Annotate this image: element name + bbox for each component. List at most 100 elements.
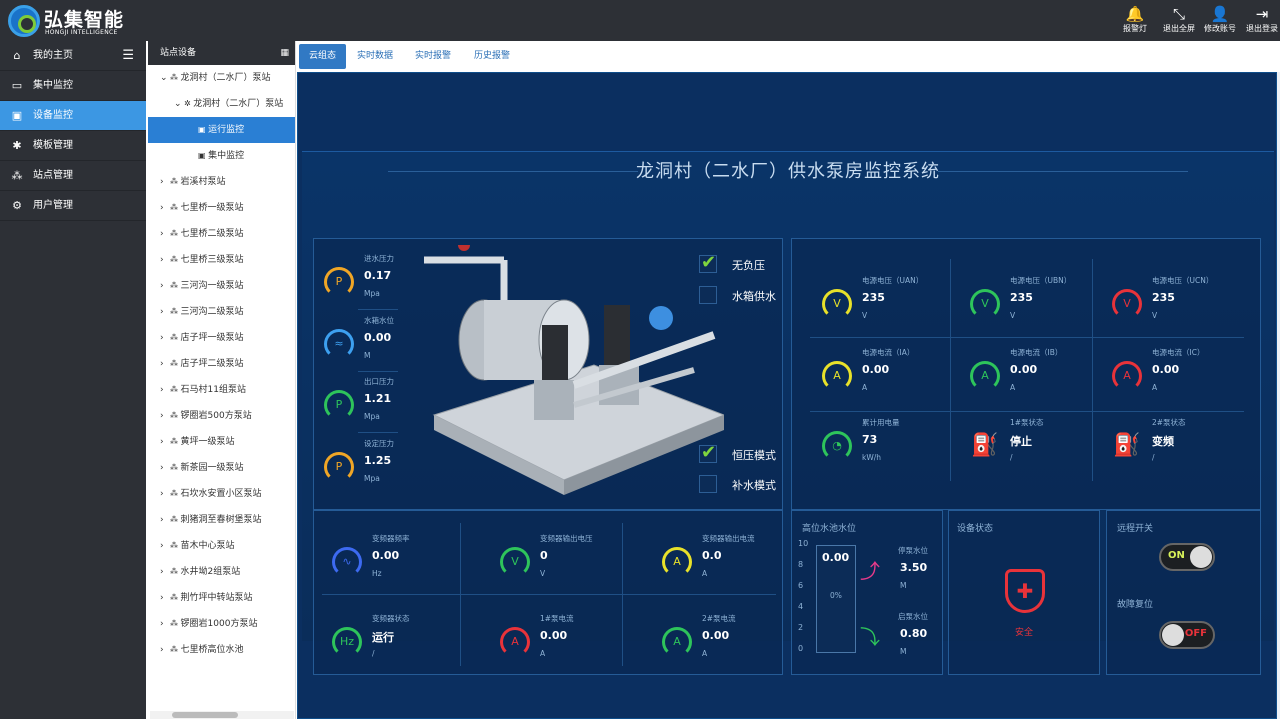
tree-node[interactable]: › ⁂ 石马村11组泵站 xyxy=(148,377,295,403)
site-device-tree: 站点设备 ▦ ⌄ ⁂ 龙洞村（二水厂）泵站 ⌄ ✲ 龙洞村（二水厂）泵站 ▣ 运行监控 ▣… xyxy=(148,41,296,719)
tree-node[interactable]: › ⁂ 石坎水安置小区泵站 xyxy=(148,481,295,507)
metric-value: 运行 xyxy=(372,631,394,644)
metric-value: 0.00 xyxy=(372,549,400,562)
chevron-right-icon[interactable]: › xyxy=(160,377,170,403)
remote-switch-toggle[interactable]: ON xyxy=(1159,543,1215,571)
sitemap-icon: ⁂ xyxy=(170,177,181,186)
tree-node-label: 石马村11组泵站 xyxy=(180,385,246,395)
tree-node[interactable]: › ⁂ 锣圈岩500方泵站 xyxy=(148,403,295,429)
chevron-right-icon[interactable]: › xyxy=(160,273,170,299)
tree-node[interactable]: › ⁂ 荆竹坪中转站泵站 xyxy=(148,585,295,611)
sitemap-icon: ⁂ xyxy=(170,385,181,394)
grid-view-icon[interactable]: ▦ xyxy=(280,41,289,65)
metric-title: 变频器频率 xyxy=(372,534,410,543)
metric-title: 电源电压（UCN） xyxy=(1152,276,1214,285)
tree-node[interactable]: ▣ 集中监控 xyxy=(148,143,295,169)
tree-horizontal-scrollbar[interactable] xyxy=(150,711,294,719)
chevron-right-icon[interactable]: › xyxy=(160,195,170,221)
metric-title: 变频器输出电流 xyxy=(702,534,755,543)
tab-2[interactable]: 实时报警 xyxy=(408,44,458,69)
chevron-right-icon[interactable]: › xyxy=(160,481,170,507)
tree-node[interactable]: › ⁂ 水井坳2组泵站 xyxy=(148,559,295,585)
scrollbar-thumb[interactable] xyxy=(172,712,238,718)
tree-node[interactable]: › ⁂ 店子坪一级泵站 xyxy=(148,325,295,351)
tree-node[interactable]: ⌄ ✲ 龙洞村（二水厂）泵站 xyxy=(148,91,295,117)
logout-button[interactable]: ⇥ 退出登录 xyxy=(1240,5,1280,37)
gauge-icon: A xyxy=(970,361,1000,391)
nav-item-site[interactable]: ⁂ 站点管理 xyxy=(0,161,146,191)
nav-item-device[interactable]: ▣ 设备监控 xyxy=(0,101,146,131)
tree-node[interactable]: › ⁂ 三河沟二级泵站 xyxy=(148,299,295,325)
mode-checkbox[interactable] xyxy=(699,252,717,273)
nav-item-monitor[interactable]: ▭ 集中监控 xyxy=(0,71,146,101)
chevron-right-icon[interactable]: › xyxy=(160,351,170,377)
chevron-down-icon[interactable]: ⌄ xyxy=(160,65,170,91)
tree-node[interactable]: › ⁂ 刺猪洞至春树堡泵站 xyxy=(148,507,295,533)
chevron-right-icon[interactable]: › xyxy=(160,455,170,481)
chevron-right-icon[interactable]: › xyxy=(160,559,170,585)
toggle-knob xyxy=(1162,624,1184,646)
fullscreen-exit-button[interactable]: ⤡ 退出全屏 xyxy=(1157,5,1201,37)
chevron-right-icon[interactable]: › xyxy=(160,585,170,611)
tree-node[interactable]: › ⁂ 店子坪二级泵站 xyxy=(148,351,295,377)
main-content: 云组态 实时数据 实时报警 历史报警 龙洞村（二水厂）供水泵房监控系统 P 进水压力 0.… xyxy=(297,41,1280,719)
user-icon: 👤 xyxy=(1210,5,1230,23)
chevron-right-icon[interactable]: › xyxy=(160,403,170,429)
tank-title: 高位水池水位 xyxy=(802,524,857,534)
tab-3[interactable]: 历史报警 xyxy=(467,44,517,69)
chevron-right-icon[interactable]: › xyxy=(160,169,170,195)
tree-node[interactable]: › ⁂ 锣圈岩1000方泵站 xyxy=(148,611,295,637)
chevron-right-icon[interactable]: › xyxy=(160,533,170,559)
tree-node[interactable]: › ⁂ 七里桥二级泵站 xyxy=(148,221,295,247)
bell-button[interactable]: 🔔 报警灯 xyxy=(1113,5,1157,37)
tree-node[interactable]: ▣ 运行监控 xyxy=(148,117,295,143)
trend-down-icon: ⤵ xyxy=(860,625,880,649)
tree-node[interactable]: › ⁂ 岩溪村泵站 xyxy=(148,169,295,195)
tank-scale-tick: 6 xyxy=(798,581,804,590)
tree-node[interactable]: › ⁂ 苗木中心泵站 xyxy=(148,533,295,559)
tab-bar: 云组态 实时数据 实时报警 历史报警 xyxy=(297,41,1280,72)
nav-item-home[interactable]: ⌂ 我的主页 ☰ xyxy=(0,41,146,71)
chevron-right-icon[interactable]: › xyxy=(160,507,170,533)
tree-node[interactable]: › ⁂ 七里桥一级泵站 xyxy=(148,195,295,221)
start-level-value: 0.80 xyxy=(900,627,928,640)
tab-0[interactable]: 云组态 xyxy=(299,44,346,69)
nav-item-label: 用户管理 xyxy=(33,200,73,211)
sitemap-icon: ⁂ xyxy=(170,203,181,212)
metric-unit: / xyxy=(1010,453,1013,462)
inverter-panel: ∿ 变频器频率 0.00 Hz V 变频器输出电压 0 V A 变频器输出电流 0.0 A Hz 变频器状… xyxy=(313,510,783,675)
mode-checkbox[interactable] xyxy=(699,286,717,304)
tab-1[interactable]: 实时数据 xyxy=(350,44,400,69)
tree-node[interactable]: ⌄ ⁂ 龙洞村（二水厂）泵站 xyxy=(148,65,295,91)
fault-reset-toggle[interactable]: OFF xyxy=(1159,621,1215,649)
chevron-right-icon[interactable]: › xyxy=(160,247,170,273)
nav-item-label: 设备监控 xyxy=(33,110,73,121)
user-button[interactable]: 👤 修改账号 xyxy=(1198,5,1242,37)
chevron-right-icon[interactable]: › xyxy=(160,637,170,663)
divider xyxy=(810,337,1244,338)
metric-unit: V xyxy=(1010,311,1016,320)
mode-checkbox[interactable] xyxy=(699,442,717,463)
chevron-right-icon[interactable]: › xyxy=(160,325,170,351)
chevron-down-icon[interactable]: ⌄ xyxy=(174,91,184,117)
menu-toggle-icon[interactable]: ☰ xyxy=(122,41,134,71)
electrical-panel: V 电源电压（UAN） 235 V V 电源电压（UBN） 235 V V 电源电压（UCN） 23… xyxy=(791,238,1261,510)
chevron-right-icon[interactable]: › xyxy=(160,299,170,325)
tree-node-label: 刺猪洞至春树堡泵站 xyxy=(180,515,262,525)
nav-item-user[interactable]: ⚙ 用户管理 xyxy=(0,191,146,221)
tree-node[interactable]: › ⁂ 三河沟一级泵站 xyxy=(148,273,295,299)
gauge-icon: ∿ xyxy=(332,547,362,577)
tree-node[interactable]: › ⁂ 新茶园一级泵站 xyxy=(148,455,295,481)
chevron-right-icon[interactable]: › xyxy=(160,611,170,637)
metric-value: 235 xyxy=(1152,291,1175,304)
metric-cell: A 变频器输出电流 0.0 A xyxy=(662,533,812,603)
tree-node[interactable]: › ⁂ 七里桥高位水池 xyxy=(148,637,295,663)
metric-cell: A 电源电流（IC） 0.00 A xyxy=(1112,347,1262,417)
tree-node[interactable]: › ⁂ 七里桥三级泵站 xyxy=(148,247,295,273)
nav-item-template[interactable]: ✱ 模板管理 xyxy=(0,131,146,161)
chevron-right-icon[interactable]: › xyxy=(160,221,170,247)
mode-checkbox[interactable] xyxy=(699,475,717,493)
tree-node[interactable]: › ⁂ 黄坪一级泵站 xyxy=(148,429,295,455)
chevron-right-icon[interactable]: › xyxy=(160,429,170,455)
brand-logo: 弘集智能 HONGJI INTELLIGENCE xyxy=(8,5,148,37)
